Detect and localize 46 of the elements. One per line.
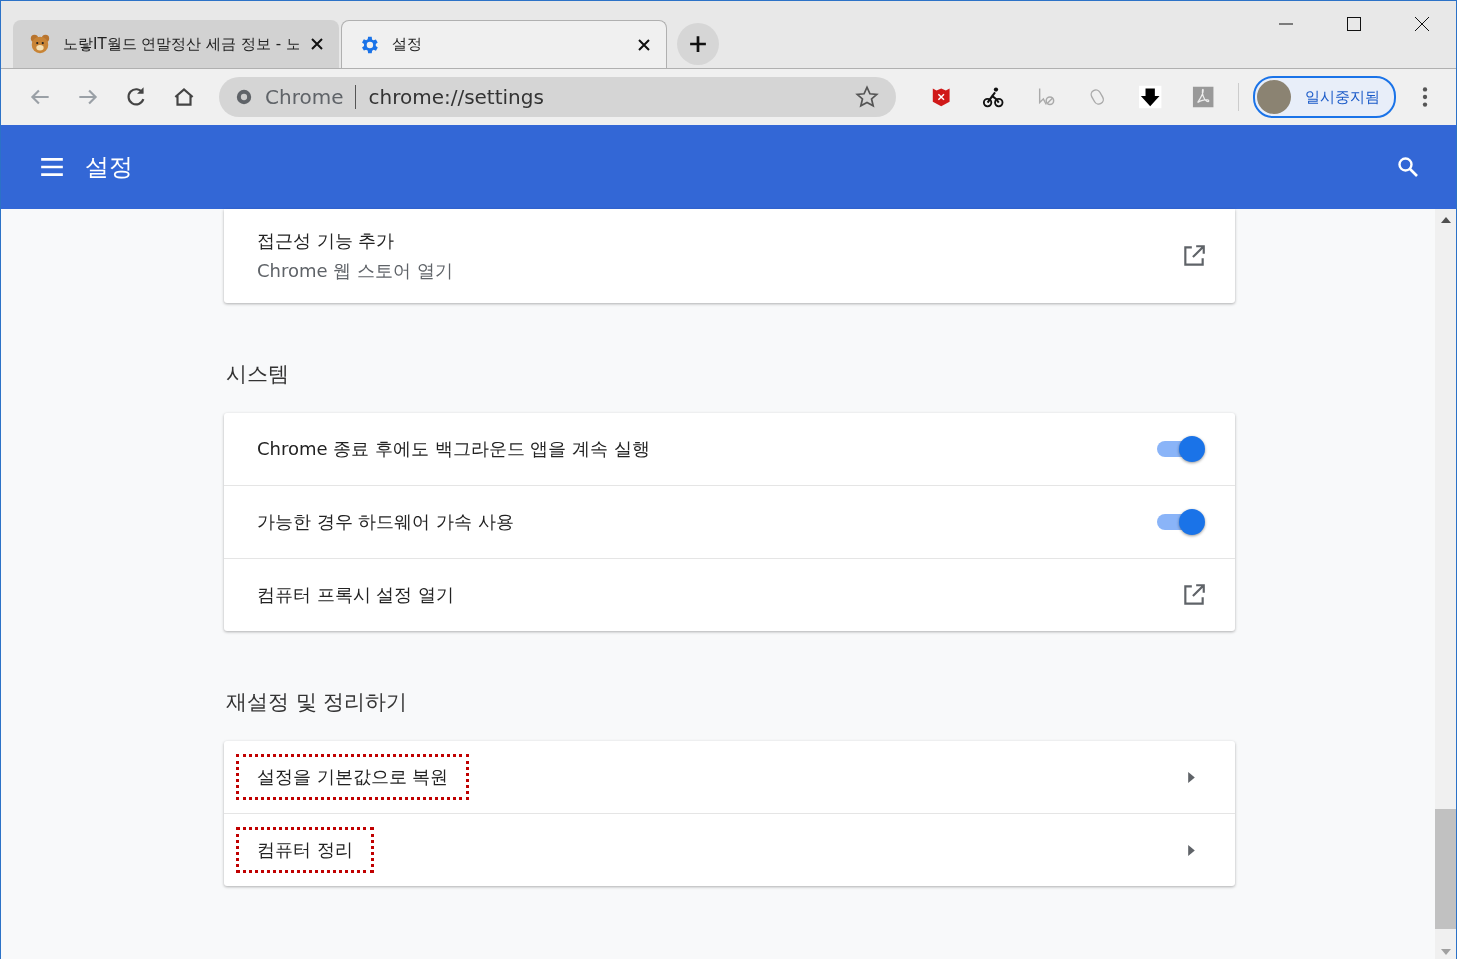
url-text: chrome://settings — [368, 85, 544, 109]
row-label: 컴퓨터 프록시 설정 열기 — [257, 583, 455, 607]
scroll-up-arrow-icon[interactable] — [1440, 217, 1451, 223]
settings-row[interactable]: 컴퓨터 정리 — [224, 813, 1235, 886]
down-arrow-icon[interactable] — [1139, 85, 1162, 109]
external-link-icon[interactable] — [1181, 582, 1207, 608]
settings-row[interactable]: 설정을 기본값으로 복원 — [224, 741, 1235, 813]
external-link-icon[interactable] — [1181, 243, 1207, 269]
settings-row[interactable]: 가능한 경우 하드웨어 가속 사용 — [224, 485, 1235, 558]
search-icon[interactable] — [1396, 155, 1420, 179]
triangle-right-icon[interactable] — [1188, 844, 1195, 856]
row-sublabel: Chrome 웹 스토어 열기 — [257, 259, 453, 283]
profile-button[interactable]: 일시중지됨 — [1253, 76, 1396, 118]
site-label: Chrome — [265, 85, 344, 109]
address-bar[interactable]: Chrome chrome://settings — [219, 77, 896, 117]
maximize-icon[interactable] — [1346, 16, 1362, 32]
plus-icon — [689, 35, 707, 53]
section-heading: 시스템 — [225, 361, 290, 388]
browser-tab[interactable]: 노랗IT월드 연말정산 세금 정보 - 노 — [13, 20, 339, 68]
toggle-switch[interactable] — [1157, 436, 1205, 462]
settings-row[interactable]: 컴퓨터 프록시 설정 열기 — [224, 558, 1235, 631]
scrollbar[interactable] — [1435, 209, 1456, 959]
new-tab-button[interactable] — [677, 23, 719, 65]
avatar-icon — [1257, 80, 1291, 114]
row-label: 접근성 기능 추가 — [257, 229, 396, 253]
row-label: 가능한 경우 하드웨어 가속 사용 — [257, 510, 514, 534]
row-label: 컴퓨터 정리 — [257, 838, 353, 862]
close-icon[interactable] — [1414, 16, 1430, 32]
browser-tab[interactable]: 설정 — [341, 20, 667, 68]
cyclist-icon[interactable] — [982, 85, 1005, 109]
page-title: 설정 — [85, 152, 133, 183]
close-icon[interactable] — [638, 38, 650, 51]
row-label: Chrome 종료 후에도 백그라운드 앱을 계속 실행 — [257, 437, 650, 461]
close-icon[interactable] — [311, 38, 323, 50]
scrollbar-thumb[interactable] — [1435, 809, 1456, 929]
settings-row[interactable]: Chrome 종료 후에도 백그라운드 앱을 계속 실행 — [224, 413, 1235, 485]
section-heading: 재설정 및 정리하기 — [225, 689, 409, 716]
tab-title: 설정 — [392, 35, 423, 54]
row-label: 설정을 기본값으로 복원 — [257, 765, 449, 789]
tab-title: 노랗IT월드 연말정산 세금 정보 - 노 — [63, 34, 299, 54]
toggle-switch[interactable] — [1157, 509, 1205, 535]
chrome-logo-icon — [235, 88, 253, 106]
settings-row[interactable]: 접근성 기능 추가 Chrome 웹 스토어 열기 — [224, 209, 1235, 303]
star-icon[interactable] — [853, 84, 880, 110]
bear-favicon-icon — [29, 33, 51, 55]
triangle-right-icon[interactable] — [1188, 771, 1195, 783]
